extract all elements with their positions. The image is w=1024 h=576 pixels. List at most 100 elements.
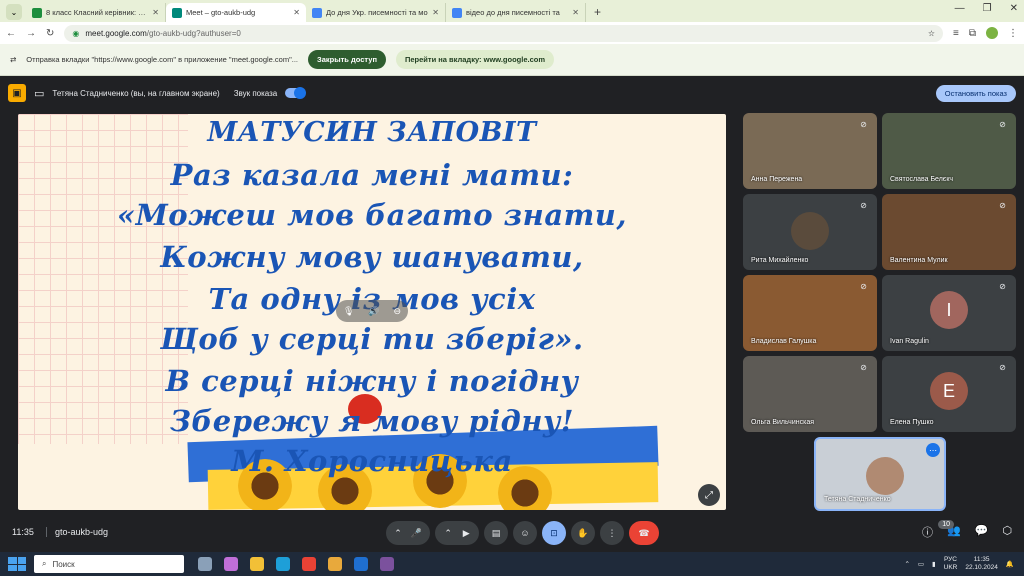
outlook-icon[interactable] (354, 557, 368, 571)
browser-tab-3[interactable]: До дня Укр. писемності та мо ✕ (306, 3, 446, 22)
camera-control[interactable]: ⌃ ▶ (435, 521, 479, 545)
hand-icon: ✋ (577, 527, 589, 538)
reload-icon[interactable]: ↻ (46, 28, 54, 39)
profile-avatar[interactable] (986, 27, 998, 39)
chevron-up-icon[interactable]: ⌃ (904, 560, 909, 568)
close-icon[interactable]: ✕ (293, 8, 300, 17)
browser-tab-1[interactable]: 8 класс Класний керівник: Стад ✕ (26, 3, 166, 22)
tab-title: 8 класс Класний керівник: Стад (46, 8, 149, 17)
media-controls-icon[interactable]: ≡ (953, 28, 959, 39)
poem-line: «Можеш мов багато знати, (117, 198, 627, 232)
poem-line: М. Хоросницька (231, 444, 513, 478)
chat-icon[interactable]: 💬 (975, 524, 989, 540)
file-explorer-icon[interactable] (250, 557, 264, 571)
google-icon (452, 7, 462, 18)
call-controls: ⌃ 🎤 ⌃ ▶ ▤ ☺ ⊡ ✋ ⋮ ☎ (386, 521, 659, 545)
mic-off-icon: ⊘ (999, 363, 1006, 372)
copilot-icon[interactable] (224, 557, 238, 571)
window-controls: — ❐ ✕ (955, 3, 1018, 14)
search-icon: ⌕ (42, 559, 47, 568)
stop-presenting-button[interactable]: Остановить показ (935, 84, 1016, 102)
new-tab-button[interactable]: + (594, 5, 601, 19)
close-window-icon[interactable]: ✕ (1010, 3, 1018, 14)
site-info-icon[interactable]: ◉ (72, 29, 79, 38)
back-icon[interactable]: ← (6, 28, 16, 39)
browser-tab-4[interactable]: відео до дня писемності та ✕ (446, 3, 586, 22)
more-options-icon[interactable]: ⋯ (926, 443, 940, 457)
forward-icon[interactable]: → (26, 28, 36, 39)
sharing-message: Отправка вкладки "https://www.google.com… (26, 55, 299, 64)
network-icon[interactable]: ▭ (918, 560, 924, 568)
battery-icon[interactable]: ▮ (932, 560, 936, 568)
chrome-icon[interactable] (302, 557, 316, 571)
more-options-button[interactable]: ⋮ (600, 521, 624, 545)
menu-icon[interactable]: ⋮ (1008, 28, 1018, 39)
chevron-up-icon[interactable]: ⌃ (394, 528, 402, 539)
classroom-icon (32, 7, 42, 18)
mic-control[interactable]: ⌃ 🎤 (386, 521, 430, 545)
taskbar-search[interactable]: ⌕ Поиск (34, 555, 184, 573)
self-video-thumb (866, 457, 904, 495)
participant-tile[interactable]: ⊘ Рита Михайленко (743, 194, 877, 270)
notifications-icon[interactable]: 🔔 (1006, 560, 1014, 568)
participant-name: Елена Пушко (890, 419, 934, 426)
participant-name: Святослава Белєкч (890, 176, 954, 183)
info-icon[interactable]: ⓘ (922, 524, 933, 540)
tab-search-button[interactable]: ⌄ (6, 4, 22, 20)
shared-slide: МАТУСИН ЗАПОВІТ Раз казала мені мати: «М… (18, 114, 726, 510)
mic-off-icon: ⊘ (999, 282, 1006, 291)
browser-tab-2[interactable]: Meet – gto-aukb-udg ✕ (166, 3, 306, 22)
poem-line: Щоб у серці ти зберіг». (160, 322, 584, 356)
minimize-icon[interactable]: — (955, 3, 965, 14)
mic-off-icon: ⊘ (860, 120, 867, 129)
close-icon[interactable]: ✕ (152, 8, 159, 17)
poem-line: Збережу я мову рідну! (169, 404, 575, 438)
emoji-button[interactable]: ☺ (513, 521, 537, 545)
slide-overlay-controls: 🎙 🔊 ⊖ (336, 300, 408, 322)
chevron-up-icon[interactable]: ⌃ (444, 528, 452, 539)
participant-tile[interactable]: ⊘ Святослава Белєкч (882, 113, 1016, 189)
participant-tile[interactable]: ⊘ Владислав Галушка (743, 275, 877, 351)
remove-icon[interactable]: ⊖ (393, 306, 401, 317)
present-button[interactable]: ⊡ (542, 521, 566, 545)
language-top: РУС (943, 556, 957, 563)
participant-tile[interactable]: ⊘ Ольга Вильчинская (743, 356, 877, 432)
go-to-tab-button[interactable]: Перейти на вкладку: www.google.com (395, 50, 554, 69)
participant-tile[interactable]: ⊘ E Елена Пушко (882, 356, 1016, 432)
presentation-icon[interactable]: ▣ (8, 84, 26, 102)
address-bar-row: ← → ↻ ◉ meet.google.com/gto-aukb-udg?aut… (0, 22, 1024, 44)
url-field[interactable]: ◉ meet.google.com/gto-aukb-udg?authuser=… (64, 24, 944, 42)
participant-name: Рита Михайленко (751, 257, 809, 264)
windows-start-icon[interactable] (8, 557, 26, 571)
participant-tile[interactable]: ⊘ Валентина Мулик (882, 194, 1016, 270)
language-indicator[interactable]: РУС UKR (944, 556, 958, 572)
explorer-folder-icon[interactable] (328, 557, 342, 571)
meet-control-bar: 11:35 gto-aukb-udg ⌃ 🎤 ⌃ ▶ ▤ ☺ ⊡ ✋ ⋮ ☎ ⓘ 👥… (0, 518, 1024, 548)
close-icon[interactable]: ✕ (572, 8, 579, 17)
leave-call-button[interactable]: ☎ (629, 521, 659, 545)
viber-icon[interactable] (380, 557, 394, 571)
self-view-tile[interactable]: ⋯ Тетяна Стадниченко (814, 437, 946, 511)
edge-icon[interactable] (276, 557, 290, 571)
meet-icon (172, 7, 182, 18)
bookmark-star-icon[interactable]: ☆ (928, 29, 935, 38)
participant-tile[interactable]: ⊘ Анна Пережена (743, 113, 877, 189)
volume-icon[interactable]: 🔊 (368, 306, 379, 317)
taskbar-clock[interactable]: 11:35 22.10.2024 (965, 556, 998, 572)
participant-tile[interactable]: ⊘ I Ivan Ragulin (882, 275, 1016, 351)
maximize-icon[interactable]: ❐ (983, 3, 992, 14)
captions-button[interactable]: ▤ (484, 521, 508, 545)
mic-off-icon: ⊘ (860, 282, 867, 291)
participant-count-badge: 10 (938, 520, 954, 529)
sound-toggle[interactable] (285, 87, 307, 99)
task-view-icon[interactable] (198, 557, 212, 571)
raise-hand-button[interactable]: ✋ (571, 521, 595, 545)
fullscreen-icon[interactable]: ⤢ (698, 484, 720, 506)
poem-line: Раз казала мені мати: (170, 158, 574, 192)
activities-icon[interactable]: ⬡ (1002, 524, 1012, 540)
close-icon[interactable]: ✕ (432, 8, 439, 17)
mic-off-icon[interactable]: 🎙 (343, 306, 354, 317)
extensions-icon[interactable]: ⧉ (969, 28, 976, 39)
tab-sharing-infobar: ⇄ Отправка вкладки "https://www.google.c… (0, 44, 1024, 76)
close-access-button[interactable]: Закрыть доступ (308, 50, 386, 69)
